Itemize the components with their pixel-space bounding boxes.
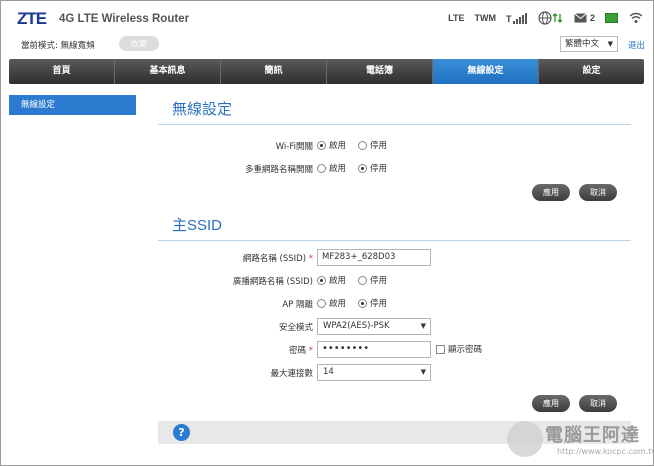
ssid-name-label: 網路名稱 (SSID) *	[242, 254, 313, 264]
main-content: 無線設定 Wi-Fi開關 啟用 停用 多重網路名稱開關 啟用 停用 應用 取消 …	[158, 95, 631, 414]
logout-link[interactable]: 退出	[628, 39, 645, 51]
sms-envelope-icon[interactable]	[574, 13, 587, 23]
status-bar: LTE TWM T 2	[448, 10, 643, 26]
show-password-checkbox[interactable]: 顯示密碼	[436, 343, 482, 355]
wireless-buttons: 應用 取消	[158, 180, 631, 208]
ap-isolation-label: AP 隔離	[282, 300, 313, 310]
sidebar-item-wireless-settings[interactable]: 無線設定	[9, 95, 136, 115]
ssid-buttons: 應用 取消	[158, 384, 631, 414]
site-watermark: 電腦王阿達 http://www.kocpc.com.tw	[501, 417, 654, 463]
multi-ssid-radios: 啟用 停用	[317, 162, 387, 174]
multi-ssid-disable-radio[interactable]: 停用	[358, 162, 387, 174]
svg-text:T: T	[506, 14, 512, 24]
nav-sms[interactable]: 簡訊	[221, 59, 327, 84]
help-icon[interactable]: ?	[173, 424, 190, 441]
current-mode-label: 當前模式: 無線寬頻	[21, 41, 95, 51]
language-value: 繁體中文	[565, 39, 600, 49]
ssid-cancel-button[interactable]: 取消	[579, 395, 617, 412]
multi-ssid-enable-radio[interactable]: 啟用	[317, 162, 346, 174]
nav-settings[interactable]: 設定	[539, 59, 644, 84]
wireless-settings-title: 無線設定	[158, 95, 631, 125]
wireless-cancel-button[interactable]: 取消	[579, 184, 617, 201]
sidebar: 無線設定	[9, 95, 136, 115]
max-connections-row: 最大連接數 14 ▼	[158, 361, 631, 384]
broadcast-disable-radio[interactable]: 停用	[358, 274, 387, 286]
carrier-name: TWM	[474, 13, 496, 23]
broadcast-radios: 啟用 停用	[317, 274, 387, 286]
chevron-down-icon: ▼	[607, 40, 613, 48]
battery-icon	[605, 13, 619, 23]
password-row: 密碼 * •••••••• 顯示密碼	[158, 338, 631, 361]
watermark-text: 電腦王阿達	[545, 425, 640, 446]
nav-wireless-settings[interactable]: 無線設定	[433, 59, 539, 84]
main-ssid-title: 主SSID	[158, 211, 631, 241]
chevron-down-icon: ▼	[420, 322, 426, 330]
password-label: 密碼 *	[289, 346, 313, 356]
nav-home[interactable]: 首頁	[9, 59, 115, 84]
change-mode-button[interactable]: 改變	[119, 36, 159, 51]
broadcast-label: 廣播網路名稱 (SSID)	[232, 277, 313, 287]
nav-basic-info[interactable]: 基本訊息	[115, 59, 221, 84]
sms-count: 2	[589, 13, 595, 23]
nav-phonebook[interactable]: 電話簿	[327, 59, 433, 84]
chevron-down-icon: ▼	[420, 368, 426, 376]
ap-isolation-radios: 啟用 停用	[317, 297, 387, 309]
zte-logo: ZTE	[17, 9, 47, 28]
mode-bar: 當前模式: 無線寬頻 改變 繁體中文 ▼ 退出	[9, 33, 649, 55]
wifi-switch-label: Wi-Fi開關	[275, 142, 313, 152]
max-connections-label: 最大連接數	[270, 369, 313, 379]
wifi-enable-radio[interactable]: 啟用	[317, 139, 346, 151]
internet-globe-icon	[538, 11, 564, 25]
wifi-icon	[629, 12, 643, 24]
multi-ssid-row: 多重網路名稱開關 啟用 停用	[158, 157, 631, 180]
wireless-apply-button[interactable]: 應用	[532, 184, 570, 201]
security-mode-label: 安全模式	[278, 323, 313, 333]
broadcast-enable-radio[interactable]: 啟用	[317, 274, 346, 286]
multi-ssid-label: 多重網路名稱開關	[244, 165, 313, 175]
ssid-name-input[interactable]: MF283+_628D03	[317, 249, 431, 266]
max-connections-select[interactable]: 14 ▼	[317, 364, 431, 381]
main-nav: 首頁 基本訊息 簡訊 電話簿 無線設定 設定	[9, 59, 644, 84]
router-admin-page: ZTE 4G LTE Wireless Router LTE TWM T 2 當	[0, 0, 654, 466]
header: ZTE 4G LTE Wireless Router LTE TWM T 2	[9, 7, 649, 29]
isolation-disable-radio[interactable]: 停用	[358, 297, 387, 309]
ssid-name-row: 網路名稱 (SSID) * MF283+_628D03	[158, 246, 631, 269]
watermark-url: http://www.kocpc.com.tw	[557, 447, 654, 456]
security-mode-select[interactable]: WPA2(AES)-PSK ▼	[317, 318, 431, 335]
ap-isolation-row: AP 隔離 啟用 停用	[158, 292, 631, 315]
mascot-logo	[507, 421, 543, 457]
password-input[interactable]: ••••••••	[317, 341, 431, 358]
language-select[interactable]: 繁體中文 ▼	[560, 36, 618, 52]
isolation-enable-radio[interactable]: 啟用	[317, 297, 346, 309]
wifi-disable-radio[interactable]: 停用	[358, 139, 387, 151]
signal-strength-icon: T	[506, 12, 528, 24]
product-name: 4G LTE Wireless Router	[59, 13, 190, 25]
network-type: LTE	[448, 13, 465, 23]
ssid-apply-button[interactable]: 應用	[532, 395, 570, 412]
broadcast-row: 廣播網路名稱 (SSID) 啟用 停用	[158, 269, 631, 292]
wifi-switch-row: Wi-Fi開關 啟用 停用	[158, 134, 631, 157]
wifi-switch-radios: 啟用 停用	[317, 139, 387, 151]
security-mode-row: 安全模式 WPA2(AES)-PSK ▼	[158, 315, 631, 338]
